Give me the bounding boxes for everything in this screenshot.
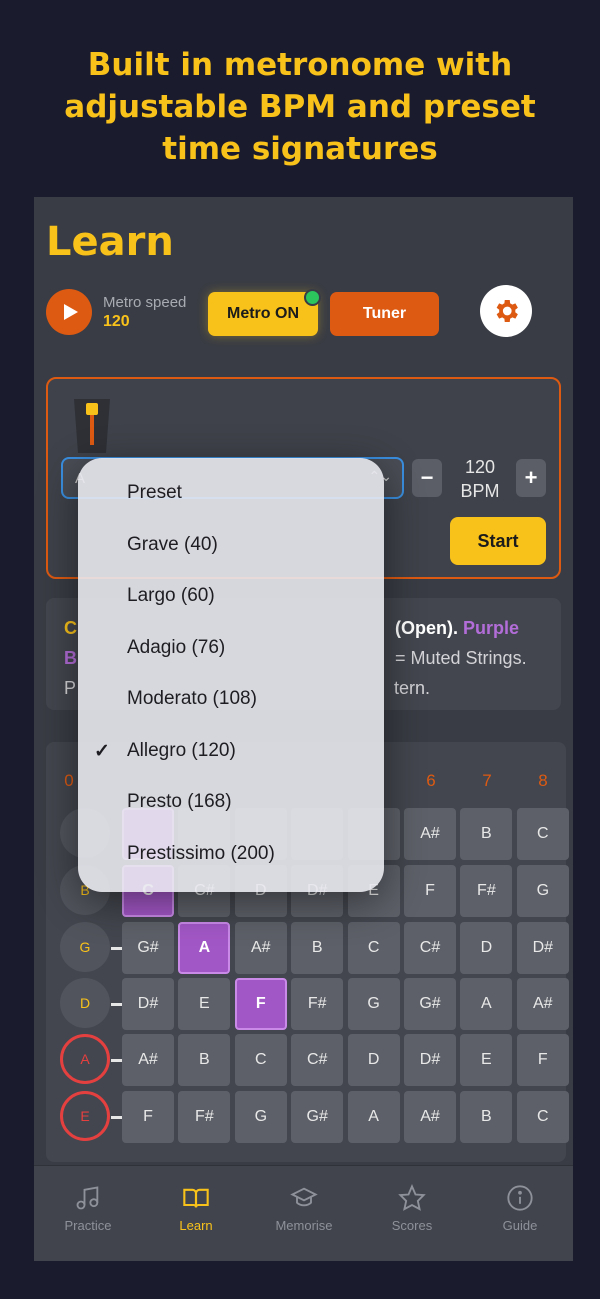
promo-line-1: Built in metronome with — [87, 47, 513, 83]
promo-headline: Built in metronome with adjustable BPM a… — [0, 44, 600, 170]
fret-cell[interactable]: D — [460, 922, 513, 974]
dropdown-item[interactable]: Grave (40) — [127, 534, 218, 556]
metro-on-button[interactable]: Metro ON — [208, 292, 318, 336]
fret-cell[interactable]: A# — [516, 978, 569, 1030]
dropdown-item[interactable]: Prestissimo (200) — [127, 843, 275, 865]
bpm-decrease-button[interactable]: − — [412, 459, 442, 497]
star-icon — [398, 1184, 426, 1211]
pendulum-icon — [74, 399, 110, 453]
tab-learn[interactable]: Learn — [142, 1166, 250, 1261]
settings-button[interactable] — [480, 285, 532, 337]
fret-cell[interactable]: A# — [404, 808, 456, 860]
fret-cell[interactable]: F — [234, 978, 287, 1030]
book-icon — [183, 1188, 209, 1208]
fret-cell[interactable]: G# — [404, 978, 456, 1030]
dropdown-item[interactable]: Largo (60) — [127, 585, 215, 607]
metro-speed-value: 120 — [103, 313, 130, 330]
fret-cell[interactable]: F — [122, 1091, 174, 1143]
string-label-A[interactable]: A — [60, 1034, 110, 1084]
fret-cell[interactable]: D# — [516, 922, 569, 974]
tab-scores[interactable]: Scores — [358, 1166, 466, 1261]
start-button[interactable]: Start — [450, 517, 546, 565]
fret-cell[interactable]: E — [460, 1034, 513, 1086]
fret-cell[interactable]: G — [347, 978, 400, 1030]
fret-cell[interactable]: B — [178, 1034, 231, 1086]
fret-cell[interactable]: F# — [291, 978, 344, 1030]
fret-cell[interactable]: F# — [178, 1091, 231, 1143]
dropdown-item[interactable]: Preset — [127, 482, 182, 504]
info-purple-text-2: B — [64, 648, 77, 668]
fret-cell[interactable]: F — [516, 1034, 569, 1086]
fret-cell[interactable]: G — [234, 1091, 287, 1143]
fret-cell[interactable]: C — [516, 808, 569, 860]
fret-number: 8 — [538, 771, 548, 790]
promo-line-2: adjustable BPM and preset — [64, 89, 536, 125]
checkmark-icon: ✓ — [94, 740, 110, 762]
fret-cell[interactable]: A# — [122, 1034, 174, 1086]
fret-cell[interactable]: A# — [404, 1091, 456, 1143]
tab-scores-label: Scores — [391, 1218, 433, 1233]
dropdown-item[interactable]: Moderato (108) — [127, 688, 257, 710]
tuner-button[interactable]: Tuner — [330, 292, 439, 336]
tab-guide-label: Guide — [502, 1218, 538, 1233]
fret-cell[interactable]: F# — [460, 865, 513, 917]
dropdown-item[interactable]: Allegro (120) — [127, 740, 236, 762]
fret-cell[interactable]: C — [234, 1034, 287, 1086]
graduation-cap-icon — [290, 1187, 318, 1207]
fret-cell[interactable]: G — [516, 865, 569, 917]
fret-cell[interactable]: D# — [122, 978, 174, 1030]
fret-number: 0 — [64, 771, 74, 790]
fret-number: 7 — [482, 771, 492, 790]
tab-bar: Practice Learn Memorise Scores Guide — [34, 1165, 573, 1261]
fret-cell[interactable]: A — [178, 922, 231, 974]
string-label-D[interactable]: D — [60, 978, 110, 1028]
fret-cell[interactable]: A# — [234, 922, 287, 974]
fret-cell[interactable]: D — [347, 1034, 400, 1086]
info-pattern-start: P — [64, 678, 77, 698]
string-label-E[interactable]: E — [60, 1091, 110, 1141]
tab-practice[interactable]: Practice — [34, 1166, 142, 1261]
info-muted-text: = Muted Strings. — [395, 648, 527, 668]
tab-guide[interactable]: Guide — [466, 1166, 573, 1261]
metro-play-button[interactable] — [46, 289, 92, 335]
preset-dropdown-menu: Preset Grave (40) Largo (60) Adagio (76) Mod… — [78, 458, 384, 892]
bpm-increase-button[interactable]: + — [516, 459, 546, 497]
dropdown-item[interactable]: Adagio (76) — [127, 637, 225, 659]
info-open-text: (Open). — [395, 618, 458, 638]
fret-cell[interactable]: C# — [404, 922, 456, 974]
fret-cell[interactable]: C — [516, 1091, 569, 1143]
promo-line-3: time signatures — [162, 131, 438, 167]
bpm-unit: BPM — [460, 481, 500, 501]
fret-number: 6 — [426, 771, 436, 790]
fret-cell[interactable]: G# — [122, 922, 174, 974]
fret-cell[interactable]: F — [404, 865, 456, 917]
fret-cell[interactable]: B — [460, 808, 513, 860]
fret-cell[interactable]: A — [347, 1091, 400, 1143]
bpm-value: 120 — [464, 457, 496, 477]
fret-cell[interactable]: D# — [404, 1034, 456, 1086]
info-yellow-text: C — [64, 618, 77, 638]
gear-icon — [496, 300, 518, 322]
tab-practice-label: Practice — [64, 1218, 112, 1233]
metro-speed-label: Metro speed — [103, 294, 187, 311]
info-icon — [507, 1185, 533, 1211]
tab-learn-label: Learn — [179, 1218, 213, 1233]
tab-memorise-label: Memorise — [275, 1218, 333, 1233]
play-icon — [63, 304, 78, 320]
string-label-G[interactable]: G — [60, 922, 110, 972]
music-note-icon — [76, 1186, 99, 1210]
fret-cell[interactable]: G# — [291, 1091, 344, 1143]
info-purple-text: Purple — [463, 618, 520, 638]
fret-cell[interactable]: B — [291, 922, 344, 974]
fret-cell[interactable]: E — [178, 978, 231, 1030]
fret-cell[interactable]: B — [460, 1091, 513, 1143]
fret-cell[interactable]: C — [347, 922, 400, 974]
fret-cell[interactable]: A — [460, 978, 513, 1030]
metro-status-dot — [304, 289, 321, 306]
info-pattern-end: tern. — [394, 678, 431, 698]
tab-memorise[interactable]: Memorise — [250, 1166, 358, 1261]
fret-cell[interactable]: C# — [291, 1034, 344, 1086]
dropdown-item[interactable]: Presto (168) — [127, 791, 232, 813]
page-title: Learn — [46, 219, 174, 265]
